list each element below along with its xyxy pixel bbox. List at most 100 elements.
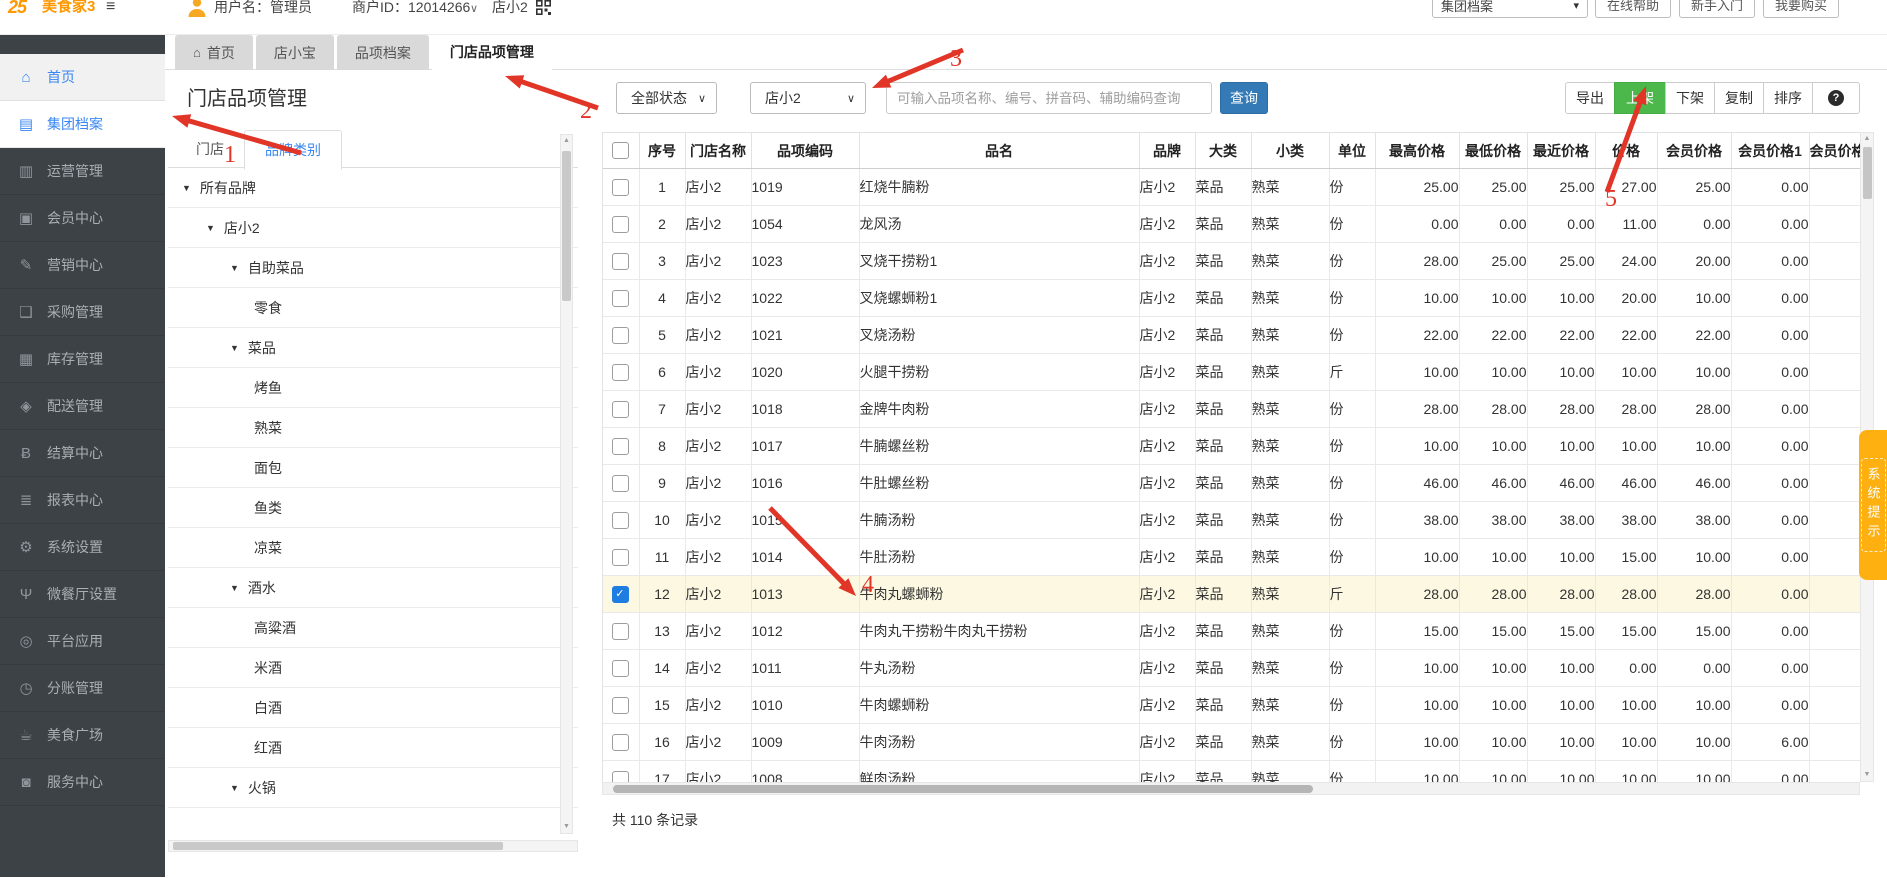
sidebar-item[interactable]: ▣ 会员中心 [0, 195, 165, 242]
row-checkbox[interactable] [612, 400, 630, 418]
table-row[interactable]: 11 店小2 1014 牛肚汤粉 店小2 菜品 熟菜份 10.00 10.00 10.00 15.0… [603, 538, 1860, 576]
row-checkbox[interactable] [612, 363, 630, 381]
row-checkbox[interactable] [612, 178, 630, 196]
store-filter-select[interactable]: 店小2 ∨ [750, 82, 866, 114]
tree-vertical-scrollbar[interactable]: ▲ ▼ [560, 134, 573, 834]
tree-node[interactable]: 面包 [168, 448, 578, 488]
sidebar-item[interactable]: ◙ 服务中心 [0, 759, 165, 806]
row-checkbox[interactable] [612, 696, 630, 714]
tree-node[interactable]: ▼ 店小2 [168, 208, 578, 248]
tree-node[interactable]: 熟菜 [168, 408, 578, 448]
table-row[interactable]: 12店小21013牛肉丸螺蛳粉店小2菜品熟菜斤28.0028.0028.0028… [603, 575, 1860, 613]
tree-node[interactable]: ▼ 自助菜品 [168, 248, 578, 288]
sidebar-item[interactable]: ▦ 库存管理 [0, 336, 165, 383]
row-checkbox[interactable] [612, 585, 630, 603]
sidebar-item[interactable]: Ψ 微餐厅设置 [0, 571, 165, 618]
caret-down-icon[interactable]: ▼ [182, 183, 191, 193]
table-row[interactable]: 16 店小2 1009 牛肉汤粉 店小2 菜品 熟菜份 10.00 10.00 10.00 10.0… [603, 723, 1860, 761]
tree-node[interactable]: ▼ 菜品 [168, 328, 578, 368]
row-checkbox[interactable] [612, 622, 630, 640]
table-row[interactable]: 8 店小2 1017 牛腩螺丝粉 店小2 菜品 熟菜份 10.00 10.00 10.00 10.0… [603, 427, 1860, 465]
row-checkbox[interactable] [612, 733, 630, 751]
row-checkbox[interactable] [612, 548, 630, 566]
row-checkbox[interactable] [612, 215, 630, 233]
scroll-down-arrow-icon[interactable]: ▼ [561, 821, 572, 833]
tree-node[interactable]: 烤鱼 [168, 368, 578, 408]
sidebar-item[interactable]: ◎ 平台应用 [0, 618, 165, 665]
table-row[interactable]: 4 店小2 1022 叉烧螺蛳粉1 店小2 菜品 熟菜份 10.00 10.00 10.00 20.… [603, 279, 1860, 317]
tree-node[interactable]: 高粱酒 [168, 608, 578, 648]
tab[interactable]: 品项档案 [336, 35, 429, 70]
system-tips-tab[interactable]: 系统提示 [1859, 430, 1887, 580]
table-row[interactable]: 1 店小2 1019 红烧牛腩粉 店小2 菜品 熟菜份 25.00 25.00 25.00 27.0… [603, 168, 1860, 206]
sidebar-item[interactable]: ▥ 运营管理 [0, 148, 165, 195]
row-checkbox[interactable] [612, 474, 630, 492]
table-row[interactable]: 3 店小2 1023 叉烧干捞粉1 店小2 菜品 熟菜份 28.00 25.00 25.00 24.… [603, 242, 1860, 280]
hamburger-menu-icon[interactable]: ≡ [106, 0, 115, 17]
table-row[interactable]: 17 店小2 1008 鲜肉汤粉 店小2 菜品 熟菜份 10.00 10.00 10.00 10.0… [603, 760, 1860, 782]
tree-horizontal-scrollbar-thumb[interactable] [173, 842, 503, 850]
tree-node[interactable]: 白酒 [168, 688, 578, 728]
help-button[interactable]: ? [1812, 82, 1860, 114]
tab[interactable]: 店小宝 [255, 35, 334, 70]
caret-down-icon[interactable]: ▼ [230, 783, 239, 793]
tab[interactable]: ⌂ 首页 [175, 35, 253, 70]
action-button[interactable]: 下架 [1665, 82, 1715, 114]
table-horizontal-scrollbar[interactable] [602, 782, 1860, 795]
tree-node[interactable]: 零食 [168, 288, 578, 328]
table-row[interactable]: 7 店小2 1018 金牌牛肉粉 店小2 菜品 熟菜份 28.00 28.00 28.00 28.0… [603, 390, 1860, 428]
sidebar-item[interactable]: ❑ 采购管理 [0, 289, 165, 336]
tree-node[interactable]: ▼ 酒水 [168, 568, 578, 608]
tree-node[interactable]: 米酒 [168, 648, 578, 688]
sidebar-item[interactable]: ▤ 集团档案 [0, 101, 165, 148]
scroll-up-arrow-icon[interactable]: ▲ [1861, 133, 1873, 145]
topbar-button[interactable]: 在线帮助 [1595, 0, 1671, 18]
tree-vertical-scrollbar-thumb[interactable] [562, 151, 571, 301]
table-row[interactable]: 15 店小2 1010 牛肉螺蛳粉 店小2 菜品 熟菜份 10.00 10.00 10.00 10.… [603, 686, 1860, 724]
table-vertical-scrollbar-thumb[interactable] [1863, 147, 1872, 199]
sidebar-item[interactable]: ⌂ 首页 [0, 54, 165, 101]
row-checkbox[interactable] [612, 289, 630, 307]
tree-tab[interactable]: 门店 [176, 130, 244, 168]
scroll-down-arrow-icon[interactable]: ▼ [1861, 769, 1873, 781]
query-button[interactable]: 查询 [1220, 82, 1268, 114]
row-checkbox[interactable] [612, 326, 630, 344]
tree-node[interactable]: 凉菜 [168, 528, 578, 568]
tree-node[interactable]: 鱼类 [168, 488, 578, 528]
sidebar-item[interactable]: ≣ 报表中心 [0, 477, 165, 524]
status-filter-select[interactable]: 全部状态 ∨ [616, 82, 717, 114]
tree-node[interactable]: ▼ 所有品牌 [168, 168, 578, 208]
table-horizontal-scrollbar-thumb[interactable] [613, 785, 1313, 793]
tree-horizontal-scrollbar[interactable] [168, 840, 578, 852]
row-checkbox[interactable] [612, 252, 630, 270]
tab[interactable]: 门店品项管理 [431, 33, 552, 70]
caret-down-icon[interactable]: ▼ [230, 343, 239, 353]
tree-tab[interactable]: 品牌类别 [244, 130, 342, 170]
table-row[interactable]: 9 店小2 1016 牛肚螺丝粉 店小2 菜品 熟菜份 46.00 46.00 46.00 46.0… [603, 464, 1860, 502]
row-checkbox[interactable] [612, 770, 630, 782]
caret-down-icon[interactable]: ▼ [230, 583, 239, 593]
select-all-checkbox[interactable] [612, 142, 630, 160]
sidebar-item[interactable]: ✎ 营销中心 [0, 242, 165, 289]
tree-node[interactable]: ▼ 火锅 [168, 768, 578, 808]
table-row[interactable]: 10 店小2 1015 牛腩汤粉 店小2 菜品 熟菜份 38.00 38.00 38.00 38.0… [603, 501, 1860, 539]
row-checkbox[interactable] [612, 511, 630, 529]
tree-node[interactable]: 红酒 [168, 728, 578, 768]
scroll-up-arrow-icon[interactable]: ▲ [561, 135, 572, 147]
topbar-button[interactable]: 我要购买 [1763, 0, 1839, 18]
merchant-id-label[interactable]: 商户ID：12014266 [352, 0, 470, 17]
table-row[interactable]: 5 店小2 1021 叉烧汤粉 店小2 菜品 熟菜份 22.00 22.00 22.00 22.00… [603, 316, 1860, 354]
action-button[interactable]: 排序 [1763, 82, 1813, 114]
action-button[interactable]: 导出 [1565, 82, 1615, 114]
action-button[interactable]: 复制 [1714, 82, 1764, 114]
sidebar-item[interactable]: ⚙ 系统设置 [0, 524, 165, 571]
table-row[interactable]: 6 店小2 1020 火腿干捞粉 店小2 菜品 熟菜斤 10.00 10.00 10.00 10.0… [603, 353, 1860, 391]
row-checkbox[interactable] [612, 659, 630, 677]
search-input[interactable] [886, 82, 1212, 114]
sidebar-item[interactable]: ☕ 美食广场 [0, 712, 165, 759]
action-button[interactable]: 上架 [1614, 82, 1666, 114]
row-checkbox[interactable] [612, 437, 630, 455]
group-archive-select[interactable]: 集团档案 ▾ [1432, 0, 1588, 18]
qr-code-icon[interactable] [536, 0, 551, 18]
sidebar-item[interactable]: ◈ 配送管理 [0, 383, 165, 430]
